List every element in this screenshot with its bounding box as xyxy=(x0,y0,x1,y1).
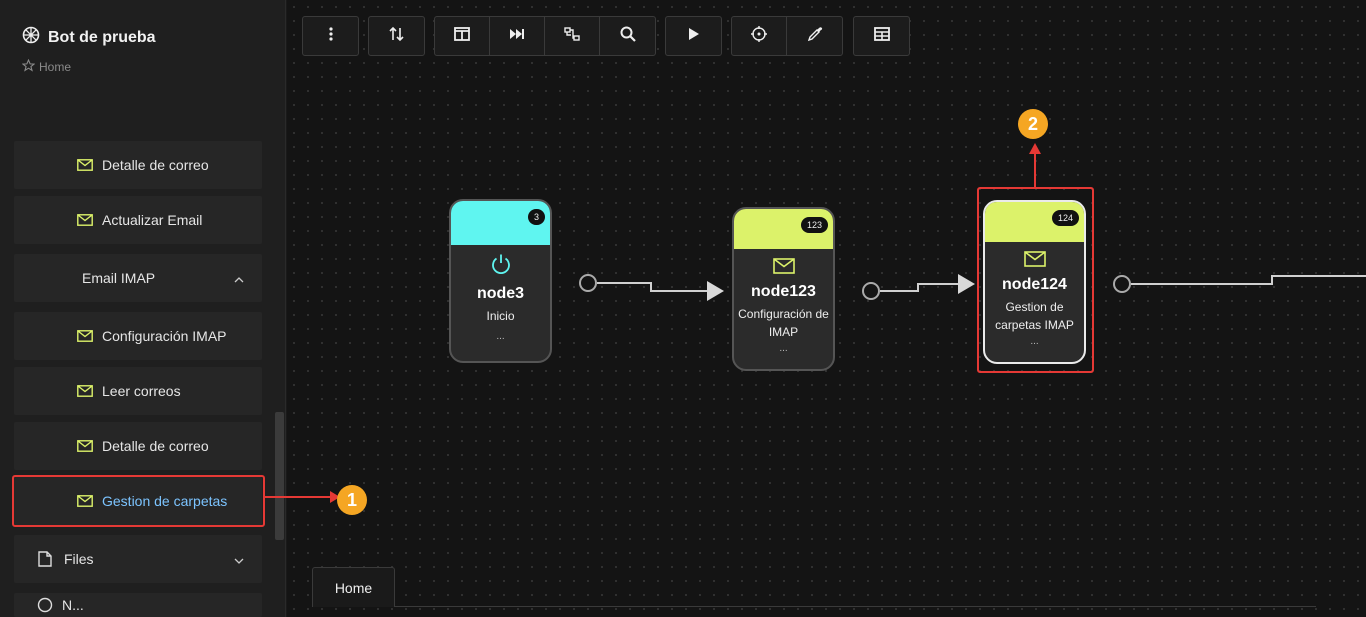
node-header: 3 xyxy=(451,201,550,245)
power-icon xyxy=(451,251,550,277)
mail-icon xyxy=(734,253,833,279)
node3-output-port[interactable] xyxy=(579,274,597,292)
marker-1: 1 xyxy=(337,485,367,515)
highlight-box-node124 xyxy=(977,187,1094,373)
node-subtitle: Configuración de IMAP xyxy=(738,307,829,339)
node124-output-port[interactable] xyxy=(1113,275,1131,293)
app-root: Bot de prueba Home Detalle de correo Act… xyxy=(0,0,1366,617)
tab-bar-line xyxy=(312,606,1316,607)
node123-output-port[interactable] xyxy=(862,282,880,300)
node-more[interactable]: ... xyxy=(451,331,550,342)
marker-2: 2 xyxy=(1018,109,1048,139)
edge-arrow-1 xyxy=(707,281,724,301)
marker-2-arrowhead xyxy=(1029,143,1041,154)
node-badge: 3 xyxy=(527,209,545,225)
connections-layer xyxy=(264,143,1366,503)
node-more[interactable]: ... xyxy=(734,343,833,354)
edge-node124-out xyxy=(1131,275,1366,285)
edge-node3-node123 xyxy=(597,282,708,292)
flow-node-node123[interactable]: 123 node123 Configuración de IMAP ... xyxy=(732,207,835,371)
edge-node123-node124 xyxy=(880,283,958,292)
flow-node-node3[interactable]: 3 node3 Inicio ... xyxy=(449,199,552,363)
node-title: node3 xyxy=(476,285,525,302)
node-header: 123 xyxy=(734,209,833,249)
node-title: node123 xyxy=(751,283,816,300)
tab-home[interactable]: Home xyxy=(312,567,395,607)
edge-arrow-2 xyxy=(958,274,975,294)
node-badge: 123 xyxy=(800,217,828,233)
node-subtitle: Inicio xyxy=(486,309,515,323)
